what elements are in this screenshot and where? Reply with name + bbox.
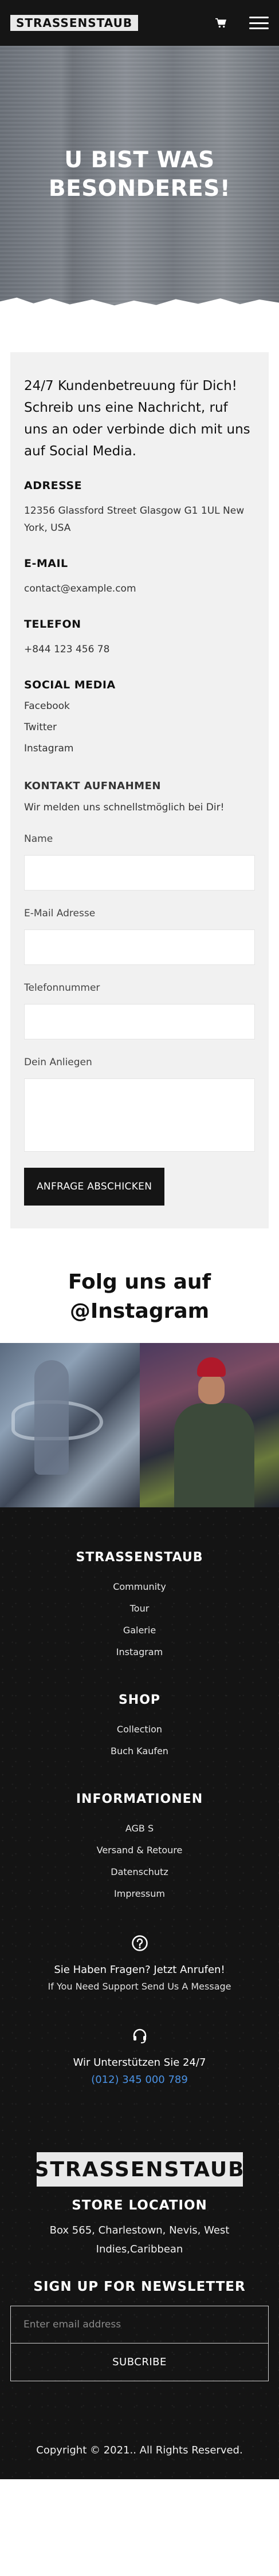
social-link-instagram[interactable]: Instagram — [24, 738, 255, 759]
support-block: Wir Unterstützen Sie 24/7 (012) 345 000 … — [10, 2027, 269, 2089]
social-link-twitter[interactable]: Twitter — [24, 717, 255, 738]
site-logo[interactable]: STRASSENSTAUB — [10, 15, 139, 31]
headset-icon — [133, 2028, 146, 2043]
footer-logo-wrap: STRASSENSTAUB — [10, 2152, 269, 2187]
phone-input[interactable] — [24, 1004, 255, 1039]
phone-heading: TELEFON — [24, 618, 81, 631]
instagram-photo[interactable] — [139, 1343, 279, 1507]
site-header: STRASSENSTAUB — [0, 0, 279, 46]
footer-link-datenschutz[interactable]: Datenschutz — [10, 1861, 269, 1883]
contact-form: KONTAKT AUFNAHMEN Wir melden uns schnell… — [24, 780, 255, 1206]
phone-label: Telefonnummer — [24, 982, 100, 994]
footer-link-buch-kaufen[interactable]: Buch Kaufen — [10, 1740, 269, 1762]
hero-banner: U BIST WAS BESONDERES! — [0, 46, 279, 309]
footer-info-links: AGB S Versand & Retoure Datenschutz Impr… — [10, 1818, 269, 1905]
email-block: E-MAIL contact@example.com — [24, 557, 255, 597]
social-block: SOCIAL MEDIA Facebook Twitter Instagram — [24, 679, 255, 759]
email-heading: E-MAIL — [24, 557, 68, 570]
contact-card: 24/7 Kundenbetreuung für Dich! Schreib u… — [10, 352, 269, 1228]
phone-text[interactable]: +844 123 456 78 — [24, 641, 255, 658]
footer-shop-links: Collection Buch Kaufen — [10, 1719, 269, 1762]
newsletter-subscribe-button[interactable]: SUBCRIBE — [10, 2343, 269, 2381]
newsletter-heading: SIGN UP FOR NEWSLETTER — [33, 2279, 246, 2294]
instagram-photo[interactable] — [0, 1343, 140, 1507]
footer-link-instagram[interactable]: Instagram — [10, 1641, 269, 1663]
footer-link-versand[interactable]: Versand & Retoure — [10, 1840, 269, 1861]
footer-link-collection[interactable]: Collection — [10, 1719, 269, 1740]
help-block: Sie Haben Fragen? Jetzt Anrufen! If You … — [10, 1935, 269, 1995]
support-line: Wir Unterstützen Sie 24/7 — [73, 2057, 206, 2069]
email-input[interactable] — [24, 929, 255, 965]
submit-button[interactable]: ANFRAGE ABSCHICKEN — [24, 1168, 165, 1206]
hamburger-menu-icon[interactable] — [249, 17, 269, 29]
footer-link-impressum[interactable]: Impressum — [10, 1883, 269, 1905]
site-footer: STRASSENSTAUB Community Tour Galerie Ins… — [0, 1507, 279, 2479]
footer-brand-links: Community Tour Galerie Instagram — [10, 1576, 269, 1663]
contact-section: 24/7 Kundenbetreuung für Dich! Schreib u… — [0, 309, 279, 1263]
footer-link-tour[interactable]: Tour — [10, 1598, 269, 1620]
footer-info-heading: INFORMATIONEN — [76, 1792, 203, 1806]
question-circle-icon — [131, 1935, 148, 1951]
instagram-grid — [0, 1343, 279, 1507]
email-text[interactable]: contact@example.com — [24, 580, 255, 597]
instagram-heading: Folg uns auf @Instagram — [68, 1270, 211, 1323]
address-block: ADRESSE 12356 Glassford Street Glasgow G… — [24, 479, 255, 537]
store-heading: STORE LOCATION — [72, 2198, 207, 2213]
header-actions — [215, 17, 269, 29]
copyright-text: Copyright © 2021.. All Rights Reserved. — [36, 2444, 243, 2456]
footer-brand-heading: STRASSENSTAUB — [76, 1550, 203, 1565]
footer-link-community[interactable]: Community — [10, 1576, 269, 1598]
hero-title: U BIST WAS BESONDERES! — [48, 147, 231, 202]
footer-logo[interactable]: STRASSENSTAUB — [34, 2152, 245, 2187]
cart-icon[interactable] — [215, 18, 226, 28]
support-phone[interactable]: (012) 345 000 789 — [10, 2071, 269, 2089]
message-textarea[interactable] — [24, 1078, 255, 1152]
phone-block: TELEFON +844 123 456 78 — [24, 618, 255, 658]
message-label: Dein Anliegen — [24, 1057, 92, 1068]
form-subtext: Wir melden uns schnellstmöglich bei Dir! — [24, 802, 225, 813]
store-text: Box 565, Charlestown, Nevis, West Indies… — [49, 2224, 230, 2255]
logo-text: STRASSENSTAUB — [16, 16, 133, 30]
email-label: E-Mail Adresse — [24, 908, 96, 919]
contact-intro: 24/7 Kundenbetreuung für Dich! Schreib u… — [24, 379, 250, 459]
social-link-facebook[interactable]: Facebook — [24, 696, 255, 717]
social-heading: SOCIAL MEDIA — [24, 679, 116, 691]
footer-shop-heading: SHOP — [118, 1693, 161, 1707]
instagram-section: Folg uns auf @Instagram — [0, 1263, 279, 1507]
footer-link-agb[interactable]: AGB S — [10, 1818, 269, 1840]
address-text: 12356 Glassford Street Glasgow G1 1UL Ne… — [24, 505, 245, 534]
newsletter-email-input[interactable] — [10, 2306, 269, 2343]
name-input[interactable] — [24, 855, 255, 891]
footer-logo-text: STRASSENSTAUB — [34, 2157, 245, 2181]
footer-link-galerie[interactable]: Galerie — [10, 1620, 269, 1641]
address-heading: ADRESSE — [24, 479, 82, 492]
help-line1: Sie Haben Fragen? Jetzt Anrufen! — [54, 1964, 225, 1976]
form-heading: KONTAKT AUFNAHMEN — [24, 780, 161, 792]
help-line2: If You Need Support Send Us A Message — [48, 1981, 231, 1992]
name-label: Name — [24, 833, 53, 845]
